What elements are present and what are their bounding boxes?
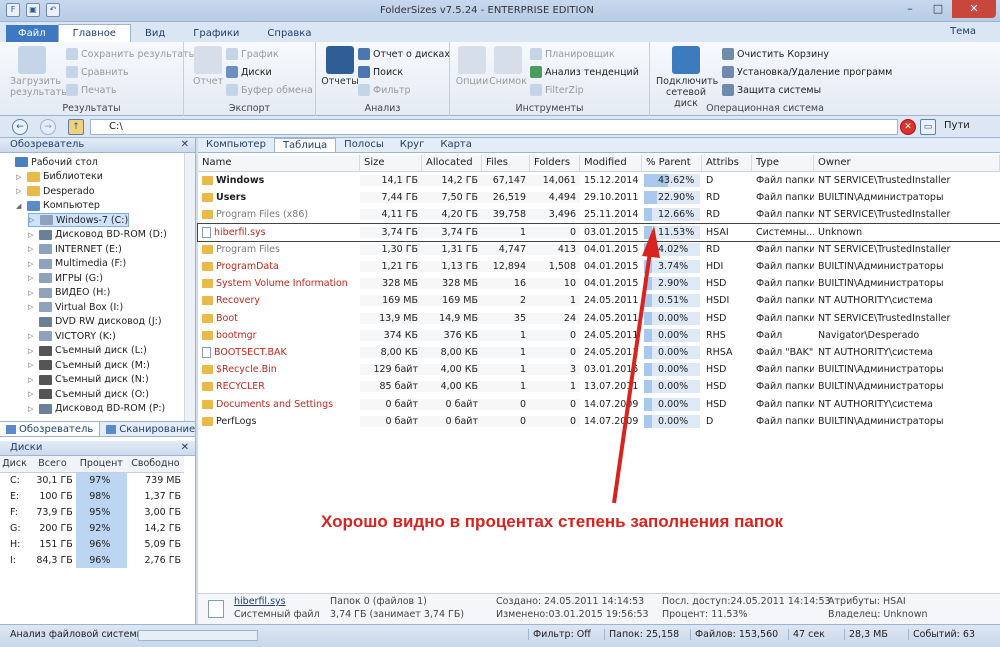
status-bar: Анализ файловой системы Фильтр: Off Папо… [0,624,1000,647]
status-memory: 28,3 МБ [844,629,888,640]
progress-bar [138,630,258,641]
status-text: Анализ файловой системы [10,629,145,640]
arrow-shaft [612,237,654,504]
status-files: Файлов: 153,560 [690,629,778,640]
status-folders: Папок: 25,158 [604,629,679,640]
arrow-head [642,226,660,258]
status-filter[interactable]: Фильтр: Off [528,629,591,640]
status-time: 47 cек [788,629,825,640]
annotation-arrow [612,226,660,504]
status-events: Событий: 63 [908,629,975,640]
